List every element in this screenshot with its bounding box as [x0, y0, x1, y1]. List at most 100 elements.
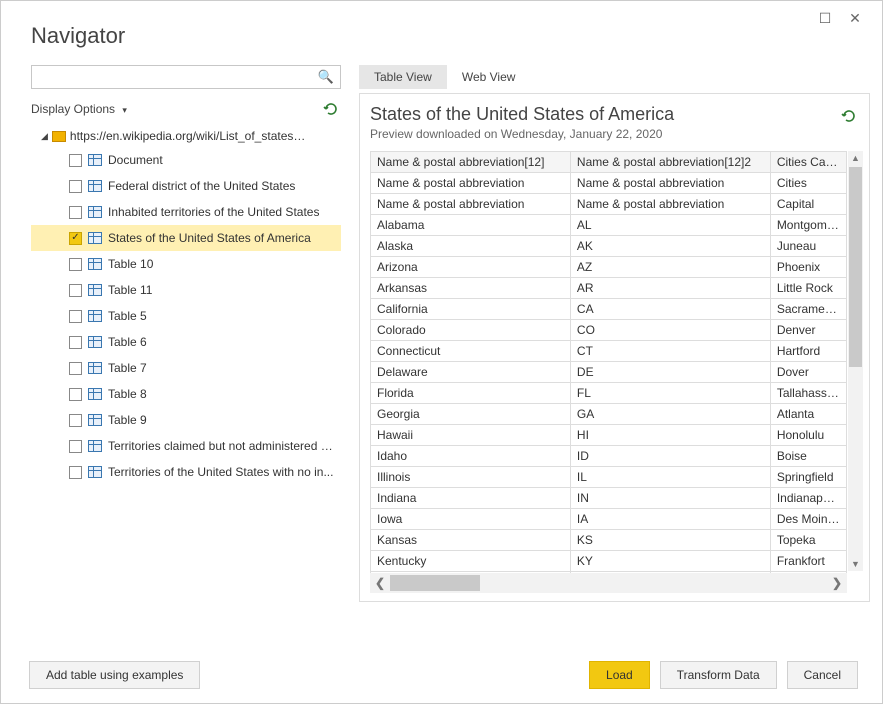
tree-item[interactable]: Table 8	[31, 381, 341, 407]
table-icon	[88, 440, 102, 452]
checkbox[interactable]	[69, 466, 82, 479]
table-row[interactable]: GeorgiaGAAtlanta	[371, 404, 847, 425]
checkbox[interactable]	[69, 440, 82, 453]
cell: AZ	[570, 257, 770, 278]
tree-item-label: Federal district of the United States	[108, 179, 295, 193]
tree-item[interactable]: Table 11	[31, 277, 341, 303]
cell: Frankfort	[770, 551, 846, 572]
transform-data-button[interactable]: Transform Data	[660, 661, 777, 689]
navigator-tree: ◢ https://en.wikipedia.org/wiki/List_of_…	[31, 125, 341, 485]
refresh-icon[interactable]	[323, 101, 339, 117]
cell: Illinois	[371, 467, 571, 488]
tree-item[interactable]: Table 5	[31, 303, 341, 329]
close-icon[interactable]: ✕	[848, 11, 862, 25]
table-row[interactable]: DelawareDEDover	[371, 362, 847, 383]
table-icon	[88, 180, 102, 192]
cell: Alaska	[371, 236, 571, 257]
tree-item[interactable]: Table 10	[31, 251, 341, 277]
scroll-down-icon[interactable]: ▼	[851, 557, 860, 571]
table-row[interactable]: ConnecticutCTHartford	[371, 341, 847, 362]
search-icon[interactable]: 🔍	[318, 69, 334, 85]
cell: Kansas	[371, 530, 571, 551]
cell: Sacramento	[770, 299, 846, 320]
search-input[interactable]	[38, 69, 318, 85]
tree-item[interactable]: Territories of the United States with no…	[31, 459, 341, 485]
table-row[interactable]: Name & postal abbreviationName & postal …	[371, 194, 847, 215]
hscroll-thumb[interactable]	[390, 575, 480, 591]
checkbox[interactable]	[69, 154, 82, 167]
tree-item[interactable]: Inhabited territories of the United Stat…	[31, 199, 341, 225]
cell: Indianapolis	[770, 488, 846, 509]
scroll-thumb[interactable]	[849, 167, 862, 367]
column-header[interactable]: Cities Capital	[770, 152, 846, 173]
checkbox[interactable]	[69, 206, 82, 219]
tree-item-label: Table 8	[108, 387, 147, 401]
scroll-up-icon[interactable]: ▲	[851, 151, 860, 165]
table-icon	[88, 466, 102, 478]
table-icon	[88, 284, 102, 296]
add-table-button[interactable]: Add table using examples	[29, 661, 200, 689]
tree-item[interactable]: Territories claimed but not administered…	[31, 433, 341, 459]
tree-item[interactable]: Table 9	[31, 407, 341, 433]
cancel-button[interactable]: Cancel	[787, 661, 858, 689]
table-icon	[88, 232, 102, 244]
scroll-left-icon[interactable]: ❮	[370, 576, 390, 590]
tree-item-label: Table 7	[108, 361, 147, 375]
checkbox[interactable]	[69, 388, 82, 401]
tree-item-label: Table 10	[108, 257, 153, 271]
cell: Delaware	[371, 362, 571, 383]
checkbox[interactable]	[69, 414, 82, 427]
table-row[interactable]: IllinoisILSpringfield	[371, 467, 847, 488]
tab-table-view[interactable]: Table View	[359, 65, 447, 89]
checkbox[interactable]	[69, 180, 82, 193]
horizontal-scrollbar[interactable]: ❮ ❯	[370, 573, 847, 593]
cell: Arizona	[371, 257, 571, 278]
tree-item[interactable]: Table 6	[31, 329, 341, 355]
checkbox[interactable]	[69, 362, 82, 375]
tree-item[interactable]: Federal district of the United States	[31, 173, 341, 199]
table-row[interactable]: IdahoIDBoise	[371, 446, 847, 467]
table-icon	[88, 362, 102, 374]
checkbox[interactable]	[69, 284, 82, 297]
cell: Springfield	[770, 467, 846, 488]
table-row[interactable]: AlaskaAKJuneau	[371, 236, 847, 257]
table-row[interactable]: HawaiiHIHonolulu	[371, 425, 847, 446]
table-row[interactable]: ArizonaAZPhoenix	[371, 257, 847, 278]
maximize-icon[interactable]: ☐	[818, 11, 832, 25]
scroll-right-icon[interactable]: ❯	[827, 576, 847, 590]
cell: Alabama	[371, 215, 571, 236]
table-row[interactable]: AlabamaALMontgomery	[371, 215, 847, 236]
table-row[interactable]: ArkansasARLittle Rock	[371, 278, 847, 299]
vertical-scrollbar[interactable]: ▲ ▼	[848, 151, 863, 571]
tree-item[interactable]: Table 7	[31, 355, 341, 381]
cell: Hartford	[770, 341, 846, 362]
display-options-dropdown[interactable]: Display Options ▾	[31, 102, 127, 116]
tree-item[interactable]: Document	[31, 147, 341, 173]
cell: Montgomery	[770, 215, 846, 236]
cell: HI	[570, 425, 770, 446]
tree-root[interactable]: ◢ https://en.wikipedia.org/wiki/List_of_…	[31, 125, 341, 147]
tree-item[interactable]: States of the United States of America	[31, 225, 341, 251]
column-header[interactable]: Name & postal abbreviation[12]2	[570, 152, 770, 173]
table-row[interactable]: KansasKSTopeka	[371, 530, 847, 551]
column-header[interactable]: Name & postal abbreviation[12]	[371, 152, 571, 173]
checkbox[interactable]	[69, 310, 82, 323]
checkbox[interactable]	[69, 336, 82, 349]
table-row[interactable]: IndianaINIndianapolis	[371, 488, 847, 509]
tree-item-label: Table 11	[108, 283, 152, 297]
table-row[interactable]: KentuckyKYFrankfort	[371, 551, 847, 572]
search-input-container[interactable]: 🔍	[31, 65, 341, 89]
table-row[interactable]: Name & postal abbreviationName & postal …	[371, 173, 847, 194]
load-button[interactable]: Load	[589, 661, 650, 689]
checkbox[interactable]	[69, 258, 82, 271]
cell: CA	[570, 299, 770, 320]
table-row[interactable]: FloridaFLTallahassee	[371, 383, 847, 404]
checkbox[interactable]	[69, 232, 82, 245]
table-row[interactable]: CaliforniaCASacramento	[371, 299, 847, 320]
collapse-icon[interactable]: ◢	[41, 131, 48, 142]
table-row[interactable]: ColoradoCODenver	[371, 320, 847, 341]
table-row[interactable]: IowaIADes Moines	[371, 509, 847, 530]
cell: Phoenix	[770, 257, 846, 278]
refresh-preview-icon[interactable]	[841, 108, 857, 124]
tab-web-view[interactable]: Web View	[447, 65, 531, 89]
